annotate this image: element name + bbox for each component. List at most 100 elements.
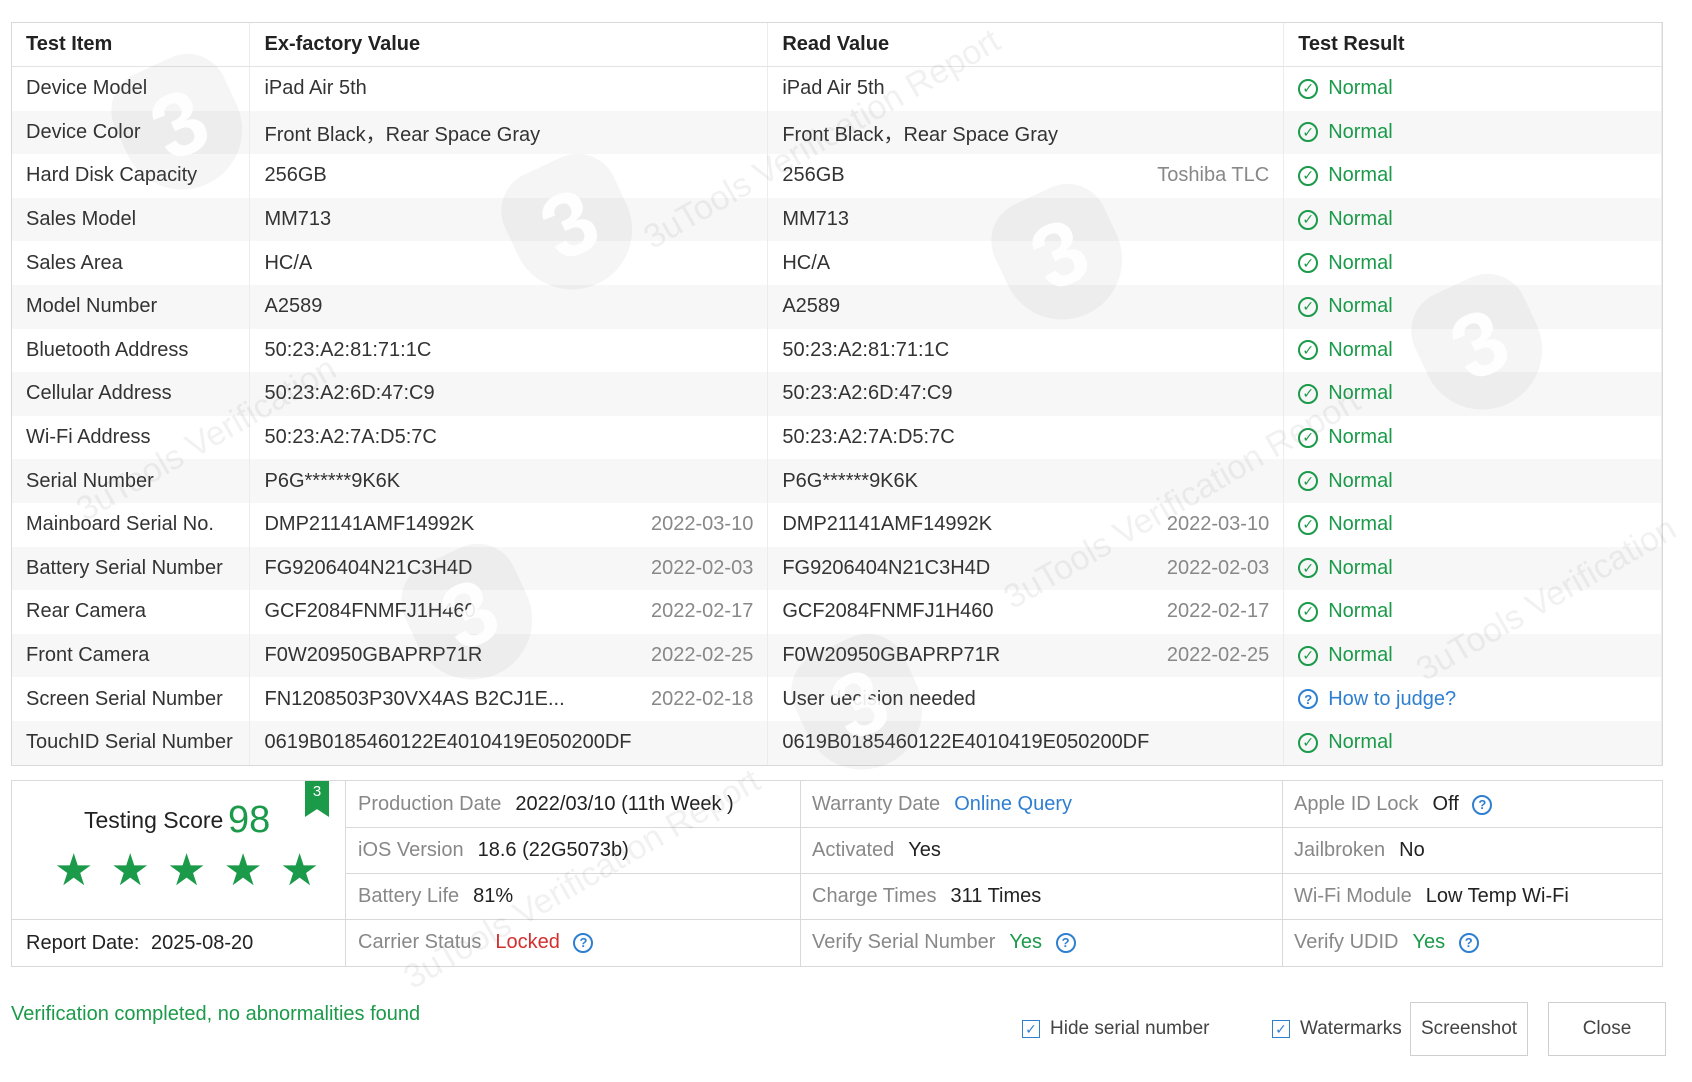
test-item-cell: Device Color [12, 110, 251, 155]
read-value: HC/A [782, 251, 831, 274]
carrier-help-icon[interactable]: ? [573, 932, 594, 953]
test-result-cell: ✓ Normal [1283, 66, 1662, 111]
ex-factory-value: 0619B0185460122E4010419E050200DF [264, 731, 632, 754]
test-result-cell: ✓ Normal [1283, 328, 1662, 373]
apple-id-help-icon[interactable]: ? [1472, 794, 1493, 815]
rating-stars: ★ ★ ★ ★ ★ [54, 849, 319, 893]
check-circle-icon: ✓ [1298, 253, 1319, 274]
test-result-normal: ✓ Normal [1298, 295, 1647, 318]
test-result-cell: ✓ Normal [1283, 372, 1662, 416]
test-item-cell: Wi-Fi Address [12, 415, 251, 460]
table-row: Front Camera F0W20950GBAPRP71R 2022-02-25 F… [12, 633, 1662, 678]
header-ex-factory-value: Ex-factory Value [249, 23, 769, 67]
test-result-normal: ✓ Normal [1298, 77, 1647, 100]
charge-times-label: Charge Times [812, 885, 937, 907]
read-value-cell: HC/A [767, 241, 1285, 285]
report-date-row: Report Date: 2025-08-20 [12, 919, 345, 966]
verify-serial-label: Verify Serial Number [812, 931, 996, 953]
read-value-date: 2022-02-25 [1166, 644, 1270, 667]
report-date-value: 2025-08-20 [150, 932, 254, 954]
test-item-cell: TouchID Serial Number [12, 720, 251, 765]
table-row: TouchID Serial Number 0619B0185460122E401… [12, 720, 1662, 765]
ios-version-cell: iOS Version 18.6 (22G5073b) [346, 827, 629, 873]
read-value: iPad Air 5th [782, 77, 885, 100]
read-value-cell: A2589 [767, 284, 1285, 329]
test-result-cell: ✓ Normal [1283, 502, 1662, 547]
activated-label: Activated [812, 839, 895, 861]
ex-factory-date: 2022-02-25 [651, 644, 754, 667]
table-row: Device Model iPad Air 5th iPad Air 5th ✓ Nor… [12, 66, 1662, 111]
table-row: Rear Camera GCF2084FNMFJ1H460 2022-02-17 GC… [12, 590, 1662, 634]
star-icon: ★ [54, 846, 94, 895]
screenshot-button[interactable]: Screenshot [1410, 1002, 1528, 1056]
test-result-cell: ✓ Normal [1283, 197, 1662, 242]
test-result-cell: ✓ Normal [1283, 720, 1662, 765]
read-value-cell: DMP21141AMF14992K 2022-03-10 [767, 502, 1285, 547]
ex-factory-value: Front Black，Rear Space Gray [264, 123, 541, 146]
read-value-cell: FG9206404N21C3H4D 2022-02-03 [767, 546, 1285, 591]
warranty-date-label: Warranty Date [812, 793, 941, 815]
test-result-normal: ✓ Normal [1298, 644, 1647, 667]
testing-score-label: Testing Score [84, 807, 224, 833]
test-result-text: Normal [1328, 469, 1393, 492]
testing-score-value: 98 [228, 799, 271, 841]
test-result-text: Normal [1328, 251, 1393, 274]
table-row: Sales Model MM713 MM713 ✓ Normal [12, 197, 1662, 242]
device-info-grid: Production Date 2022/03/10 (11th Week ) W… [346, 781, 1662, 966]
read-value: Front Black，Rear Space Gray [782, 123, 1058, 146]
carrier-status-value: Locked [495, 931, 560, 953]
test-item-cell: Serial Number [12, 459, 251, 503]
test-item-cell: Sales Model [12, 197, 251, 242]
question-icon: ? [1298, 689, 1319, 710]
watermarks-checkbox[interactable]: ✓ Watermarks [1272, 1018, 1402, 1040]
verify-udid-help-icon[interactable]: ? [1458, 932, 1479, 953]
table-header-row: Test Item Ex-factory Value Read Value Te… [12, 23, 1662, 67]
read-value-cell: Front Black，Rear Space Gray [767, 110, 1285, 155]
test-item-cell: Bluetooth Address [12, 328, 251, 373]
test-result-text: Normal [1328, 600, 1393, 623]
online-query-link[interactable]: Online Query [954, 793, 1072, 815]
test-result-normal: ✓ Normal [1298, 339, 1647, 362]
ex-factory-date: 2022-03-10 [651, 513, 754, 536]
hide-serial-checkbox[interactable]: ✓ Hide serial number [1022, 1018, 1209, 1040]
activated-cell: Activated Yes [800, 827, 941, 873]
warranty-date-cell: Warranty Date Online Query [800, 781, 1072, 827]
read-value-cell: F0W20950GBAPRP71R 2022-02-25 [767, 633, 1285, 678]
checkbox-checked-icon[interactable]: ✓ [1022, 1020, 1040, 1038]
test-result-normal: ✓ Normal [1298, 470, 1647, 493]
ex-factory-cell: Front Black，Rear Space Gray [249, 110, 769, 155]
wifi-module-value: Low Temp Wi-Fi [1425, 885, 1569, 907]
test-result-normal: ✓ Normal [1298, 513, 1647, 536]
how-to-judge-link[interactable]: ? How to judge? [1298, 688, 1647, 711]
test-result-text: Normal [1328, 556, 1393, 579]
check-circle-icon: ✓ [1298, 558, 1319, 579]
check-circle-icon: ✓ [1298, 601, 1319, 622]
check-circle-icon: ✓ [1298, 340, 1319, 361]
test-item-cell: Mainboard Serial No. [12, 502, 251, 547]
test-result-cell[interactable]: ? How to judge? [1283, 677, 1662, 721]
read-value-date: 2022-02-17 [1166, 600, 1270, 623]
test-result-cell: ✓ Normal [1283, 633, 1662, 678]
verification-table-frame: Test Item Ex-factory Value Read Value Te… [11, 22, 1663, 766]
ex-factory-value: MM713 [264, 208, 332, 231]
checkbox-checked-icon[interactable]: ✓ [1272, 1020, 1290, 1038]
test-item-cell: Rear Camera [12, 590, 251, 634]
ex-factory-cell: F0W20950GBAPRP71R 2022-02-25 [249, 633, 769, 678]
read-value-cell: 50:23:A2:81:71:1C [767, 328, 1285, 373]
header-read-value: Read Value [767, 23, 1285, 67]
test-item-cell: Model Number [12, 284, 251, 329]
ex-factory-date: 2022-02-18 [651, 687, 754, 710]
test-result-cell: ✓ Normal [1283, 284, 1662, 329]
check-circle-icon: ✓ [1298, 514, 1319, 535]
close-button[interactable]: Close [1548, 1002, 1666, 1056]
read-value: 50:23:A2:7A:D5:7C [782, 426, 955, 449]
verify-serial-help-icon[interactable]: ? [1055, 932, 1076, 953]
battery-life-value: 81% [473, 885, 514, 907]
read-value: MM713 [782, 208, 850, 231]
read-value: P6G******9K6K [782, 469, 918, 492]
table-row: Model Number A2589 A2589 ✓ Normal [12, 284, 1662, 329]
table-row: Serial Number P6G******9K6K P6G******9K6K ✓… [12, 459, 1662, 503]
test-result-cell: ✓ Normal [1283, 415, 1662, 460]
read-value: User decision needed [782, 687, 976, 710]
test-result-normal: ✓ Normal [1298, 557, 1647, 580]
